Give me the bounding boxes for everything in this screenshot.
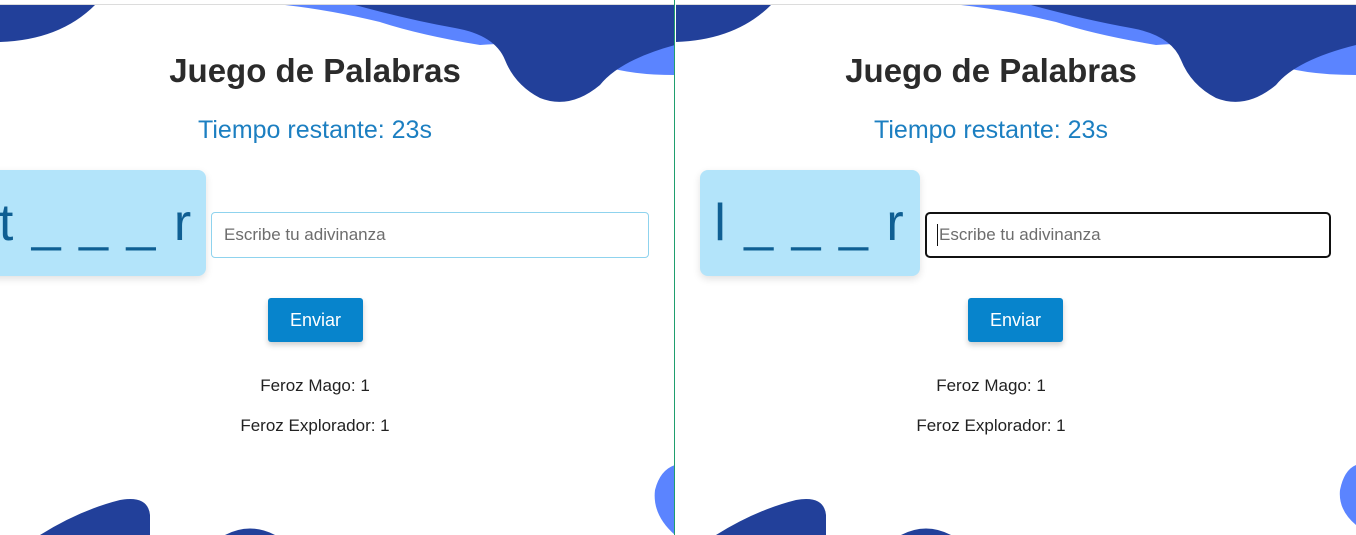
top-border [676, 4, 1356, 5]
hidden-word: t _ _ _ r [0, 194, 194, 252]
send-button[interactable]: Enviar [968, 298, 1063, 342]
top-border [0, 4, 675, 5]
pane-divider [674, 0, 675, 535]
hidden-word-card: l _ _ _ r [700, 170, 920, 276]
text-caret [937, 224, 938, 246]
hidden-word-card: t _ _ _ r [0, 170, 206, 276]
game-pane-right: Juego de Palabras Tiempo restante: 23s l… [676, 0, 1356, 535]
score-player-1: Feroz Mago: 1 [260, 376, 370, 395]
timer-text: Tiempo restante: 23s [198, 116, 432, 144]
score-player-2: Feroz Explorador: 1 [916, 416, 1066, 435]
guess-input[interactable] [211, 212, 649, 258]
guess-input-focused[interactable] [925, 212, 1331, 258]
score-player-2: Feroz Explorador: 1 [240, 416, 390, 435]
page-title: Juego de Palabras [169, 52, 461, 89]
score-player-1: Feroz Mago: 1 [936, 376, 1046, 395]
game-pane-left: Juego de Palabras Tiempo restante: 23s t… [0, 0, 675, 535]
page-title: Juego de Palabras [845, 52, 1137, 89]
timer-text: Tiempo restante: 23s [874, 116, 1108, 144]
hidden-word: l _ _ _ r [714, 194, 906, 252]
send-button[interactable]: Enviar [268, 298, 363, 342]
